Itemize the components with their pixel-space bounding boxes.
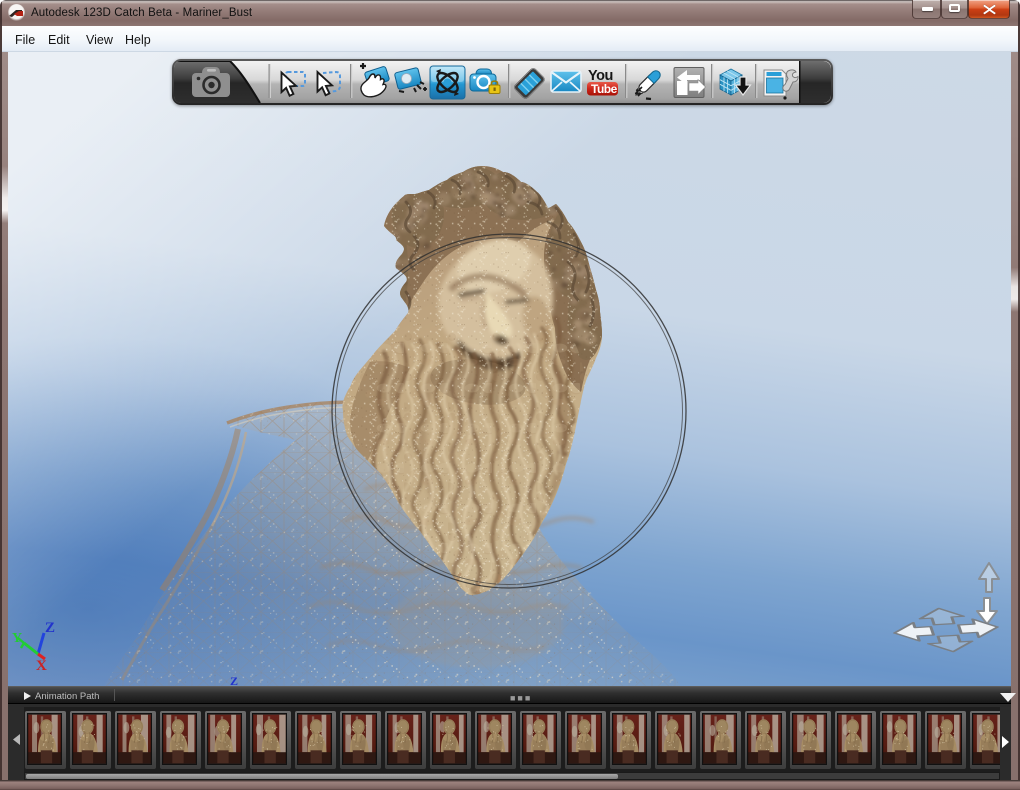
svg-text:X: X	[36, 658, 47, 674]
svg-text:Z: Z	[45, 620, 55, 636]
svg-text:Z: Z	[230, 674, 238, 686]
svg-text:Tube: Tube	[591, 82, 618, 96]
svg-text:Y: Y	[12, 631, 22, 646]
